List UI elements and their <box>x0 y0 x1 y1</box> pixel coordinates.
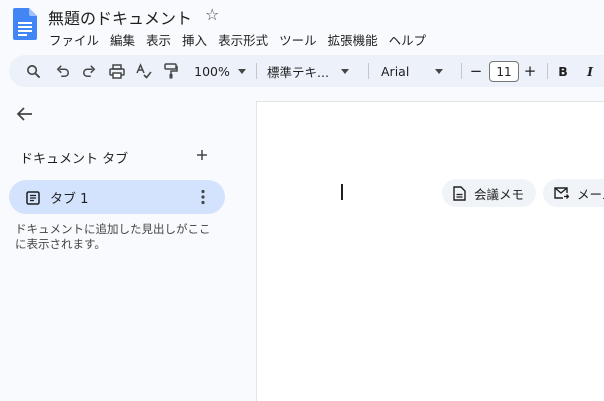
paint-format-icon[interactable] <box>161 55 181 87</box>
menu-format[interactable]: 表示形式 <box>218 30 268 49</box>
docs-logo-icon[interactable] <box>13 8 37 40</box>
chevron-down-icon <box>340 68 349 74</box>
decrease-font-size-button[interactable]: − <box>467 55 485 87</box>
bold-button[interactable]: B <box>554 55 572 87</box>
star-icon[interactable]: ☆ <box>205 5 219 24</box>
redo-icon[interactable] <box>79 55 99 87</box>
email-draft-chip-label: メール <box>577 186 604 202</box>
italic-button[interactable]: I <box>581 55 599 87</box>
paragraph-style-select[interactable]: 標準テキ... <box>267 55 359 87</box>
document-icon <box>453 185 466 201</box>
meeting-notes-chip-label: 会議メモ <box>474 186 525 202</box>
sidebar-tab-item[interactable]: タブ 1 <box>9 180 225 214</box>
back-arrow-icon[interactable] <box>15 104 35 124</box>
tab-document-icon <box>26 190 40 205</box>
toolbar-divider <box>256 63 257 79</box>
title-bar: 無題のドキュメント ☆ ファイル 編集 表示 挿入 表示形式 ツール 拡張機能 … <box>0 0 604 50</box>
toolbar-divider <box>461 63 462 79</box>
menu-insert[interactable]: 挿入 <box>182 30 207 49</box>
font-size-input[interactable]: 11 <box>489 61 519 82</box>
toolbar-divider <box>368 63 369 79</box>
font-value: Arial <box>381 63 410 79</box>
tab-label: タブ 1 <box>50 192 89 207</box>
chevron-down-icon <box>435 68 444 74</box>
toolbar: 100% 標準テキ... Arial − 11 + B I <box>9 55 604 87</box>
toolbar-divider <box>547 63 548 79</box>
menu-tools[interactable]: ツール <box>279 30 317 49</box>
zoom-select[interactable]: 100% <box>191 55 249 87</box>
meeting-notes-chip[interactable]: 会議メモ <box>442 179 536 207</box>
menu-edit[interactable]: 編集 <box>110 30 135 49</box>
document-title[interactable]: 無題のドキュメント <box>48 5 192 29</box>
paragraph-style-value: 標準テキ... <box>267 64 329 80</box>
spellcheck-icon[interactable] <box>134 55 154 87</box>
text-cursor <box>341 184 343 200</box>
email-draft-icon <box>554 186 569 199</box>
undo-icon[interactable] <box>53 55 73 87</box>
document-tabs-heading: ドキュメント タブ <box>20 152 129 167</box>
zoom-value: 100% <box>194 63 230 79</box>
font-select[interactable]: Arial <box>381 55 453 87</box>
menu-view[interactable]: 表示 <box>146 30 171 49</box>
menu-file[interactable]: ファイル <box>49 30 99 49</box>
menu-extensions[interactable]: 拡張機能 <box>328 30 378 49</box>
more-vert-icon[interactable] <box>195 188 211 206</box>
print-icon[interactable] <box>107 55 127 87</box>
outline-hint-text: ドキュメントに追加した見出しがここに表示されます。 <box>15 222 211 251</box>
menu-bar: ファイル 編集 表示 挿入 表示形式 ツール 拡張機能 ヘルプ <box>49 30 437 49</box>
email-draft-chip[interactable]: メール <box>543 179 604 207</box>
chevron-down-icon <box>237 68 246 74</box>
document-canvas[interactable]: 会議メモ メール <box>256 101 604 401</box>
menu-help[interactable]: ヘルプ <box>389 30 427 49</box>
search-icon[interactable] <box>23 55 43 87</box>
increase-font-size-button[interactable]: + <box>521 55 539 87</box>
add-tab-icon[interactable] <box>194 147 210 163</box>
